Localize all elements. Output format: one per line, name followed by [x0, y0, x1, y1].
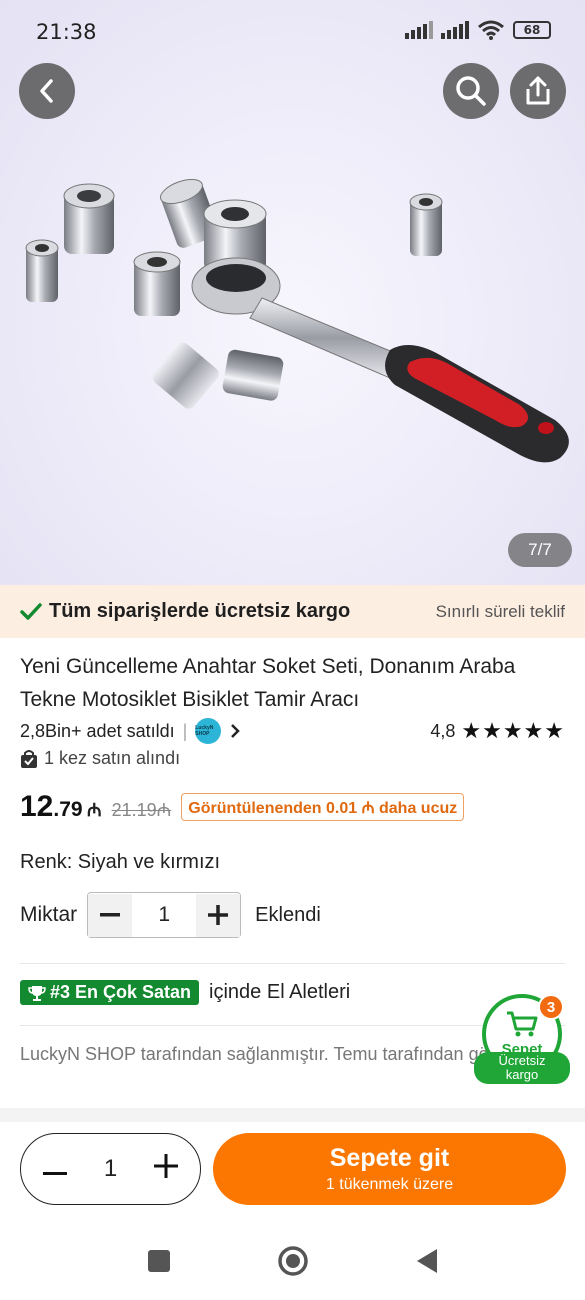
limited-offer-text: Sınırlı süreli teklif [435, 601, 565, 621]
decrease-button[interactable] [88, 893, 133, 937]
gallery-counter: 7/7 [508, 533, 572, 567]
cart-count-badge: 3 [538, 994, 564, 1020]
cart-free-shipping: Ücretsiz kargo [474, 1052, 570, 1084]
go-to-cart-button[interactable]: Sepete git 1 tükenmek üzere [213, 1133, 566, 1205]
signal-icon [441, 21, 469, 39]
color-selection[interactable]: Renk: Siyah ve kırmızı [20, 851, 220, 874]
free-shipping-bar[interactable]: Tüm siparişlerde ücretsiz kargo Sınırlı … [0, 585, 585, 638]
plus-icon [208, 905, 229, 925]
recents-icon[interactable] [147, 1249, 171, 1273]
shopping-bag-icon [21, 749, 37, 768]
rating-value: 4,8 [430, 720, 456, 741]
sold-rating-row: 2,8Bin+ adet satıldı | LuckyN SHOP 4,8 ★… [20, 717, 565, 745]
increase-button[interactable] [196, 893, 241, 937]
bottom-quantity-value[interactable]: 1 [104, 1155, 117, 1183]
bottom-action-bar: 1 Sepete git 1 tükenmek üzere [0, 1122, 585, 1222]
chevron-left-icon [40, 79, 53, 103]
current-price: 12.79 ₼ [20, 790, 102, 824]
old-price: 21.19₼ [111, 800, 172, 820]
bottom-decrease-button[interactable] [43, 1155, 67, 1183]
wifi-icon [478, 20, 504, 40]
best-seller-category: içinde El Aletleri [209, 981, 351, 1003]
separator: | [182, 720, 188, 741]
free-shipping-label: Tüm siparişlerde ücretsiz kargo [20, 600, 350, 623]
minus-icon [43, 1172, 67, 1175]
sold-info[interactable]: 2,8Bin+ adet satıldı | LuckyN SHOP [20, 718, 241, 744]
floating-cart-button[interactable]: Sepet 3 Ücretsiz kargo [474, 992, 570, 1088]
search-icon [456, 76, 486, 106]
cart-free-line2: kargo [505, 1067, 539, 1082]
status-icons: 68 [405, 20, 551, 40]
battery-icon: 68 [513, 21, 551, 39]
home-icon[interactable] [277, 1245, 309, 1277]
rating[interactable]: 4,8 ★★★★★ [430, 718, 565, 744]
quantity-value[interactable]: 1 [158, 903, 170, 927]
socket [63, 183, 115, 254]
best-seller-row[interactable]: #3 En Çok Satan içinde El Aletleri [20, 980, 350, 1005]
bought-text: 1 kez satın alındı [44, 748, 181, 768]
best-seller-badge: #3 En Çok Satan [20, 980, 200, 1005]
chevron-right-icon [231, 724, 241, 738]
status-time: 21:38 [36, 20, 97, 44]
bought-count: 1 kez satın alındı [20, 748, 180, 769]
back-button[interactable] [19, 63, 75, 119]
shop-logo[interactable]: LuckyN SHOP [195, 718, 222, 744]
sold-count: 2,8Bin+ adet satıldı [20, 720, 175, 741]
price-integer: 12 [20, 790, 54, 823]
stock-note: 1 tükenmek üzere [325, 1176, 454, 1193]
system-navigation-bar [0, 1222, 585, 1300]
cart-free-line1: Ücretsiz [498, 1053, 546, 1068]
plus-icon [153, 1153, 178, 1178]
price-decimal: .79 [53, 798, 83, 821]
back-nav-icon[interactable] [415, 1247, 439, 1275]
go-to-cart-label: Sepete git [329, 1144, 450, 1172]
status-bar: 21:38 68 [0, 0, 585, 62]
star-rating-icon: ★★★★★ [461, 718, 565, 743]
cart-icon [507, 1011, 538, 1037]
product-title: Yeni Güncelleme Anahtar Soket Seti, Dona… [20, 655, 516, 711]
product-image-gallery[interactable]: 21:38 68 7/7 [0, 0, 585, 585]
check-icon [20, 602, 42, 620]
minus-icon [100, 913, 121, 917]
cheaper-badge: Görüntülenenden 0.01 ₼ daha ucuz [181, 793, 465, 821]
quantity-stepper: 1 [87, 892, 242, 938]
quantity-label: Miktar [20, 903, 78, 926]
bottom-increase-button[interactable] [153, 1153, 178, 1185]
quantity-row: Miktar 1 Eklendi [20, 892, 321, 938]
bottom-quantity-stepper: 1 [20, 1133, 201, 1205]
free-shipping-text: Tüm siparişlerde ücretsiz kargo [49, 600, 351, 622]
added-label: Eklendi [255, 903, 321, 926]
divider [20, 963, 565, 964]
search-button[interactable] [443, 63, 499, 119]
share-button[interactable] [510, 63, 566, 119]
signal-icon [405, 21, 433, 39]
currency-symbol: ₼ [87, 800, 102, 820]
best-seller-rank: #3 En Çok Satan [50, 982, 192, 1002]
price-row: 12.79 ₼ 21.19₼ Görüntülenenden 0.01 ₼ da… [20, 790, 465, 830]
section-separator [0, 1108, 585, 1122]
trophy-icon [28, 985, 46, 1001]
share-icon [526, 76, 550, 105]
